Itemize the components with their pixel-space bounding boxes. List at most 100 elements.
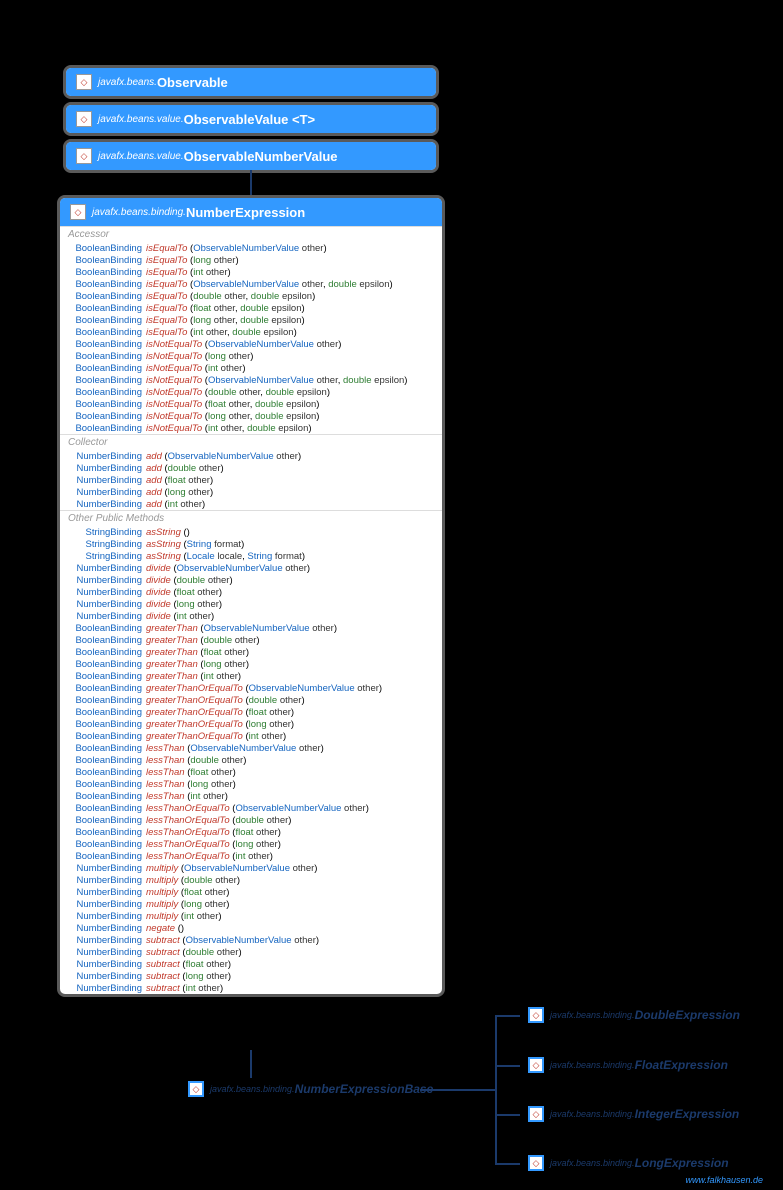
param-type: long [208,411,226,422]
method-row: NumberBindingsubtract (ObservableNumberV… [60,934,442,946]
class-icon: ◇ [76,148,92,164]
param-type: double [251,291,280,302]
class-icon: ◇ [76,74,92,90]
connector [495,1114,520,1116]
connector [495,1163,520,1165]
class-link-float-expression[interactable]: ◇ javafx.beans.binding. FloatExpression [520,1054,736,1076]
param-type: int [204,671,214,682]
param-type: double [204,635,233,646]
return-type: BooleanBinding [68,315,146,326]
param-name: other [317,375,338,386]
param-type: double [168,463,197,474]
method-row: BooleanBindingisNotEqualTo (int other, d… [60,422,442,434]
method-signature: isEqualTo (float other, double epsilon) [146,303,305,314]
package-label: javafx.beans. [98,77,157,88]
method-signature: greaterThanOrEqualTo (long other) [146,719,294,730]
param-type: ObservableNumberValue [190,743,296,754]
return-type: BooleanBinding [68,647,146,658]
method-name: negate [146,923,175,934]
method-row: BooleanBindingisNotEqualTo (double other… [60,386,442,398]
class-link-long-expression[interactable]: ◇ javafx.beans.binding. LongExpression [520,1152,737,1174]
method-signature: isEqualTo (ObservableNumberValue other) [146,243,327,254]
return-type: BooleanBinding [68,387,146,398]
param-name: other [276,451,298,462]
param-name: other [256,827,278,838]
footer-link[interactable]: www.falkhausen.de [685,1175,763,1185]
package-label: javafx.beans.binding. [92,207,186,218]
param-name: other [189,611,211,622]
return-type: NumberBinding [68,599,146,610]
param-type: ObservableNumberValue [204,623,310,634]
return-type: NumberBinding [68,947,146,958]
method-row: BooleanBindinggreaterThan (int other) [60,670,442,682]
param-name: other [214,303,235,314]
param-name: epsilon [278,423,308,434]
param-name: other [214,315,235,326]
connector [495,1015,497,1165]
method-signature: greaterThanOrEqualTo (float other) [146,707,294,718]
method-name: multiply [146,899,178,910]
method-signature: divide (long other) [146,599,222,610]
class-name: NumberExpressionBase [295,1082,434,1096]
section-label: Accessor [60,226,442,242]
class-name: LongExpression [635,1156,729,1170]
method-name: greaterThanOrEqualTo [146,707,243,718]
method-row: BooleanBindingisNotEqualTo (long other) [60,350,442,362]
method-name: isNotEqualTo [146,387,202,398]
return-type: NumberBinding [68,587,146,598]
method-name: asString [146,551,181,562]
class-name: Observable [157,75,228,90]
method-name: lessThan [146,755,185,766]
return-type: BooleanBinding [68,399,146,410]
method-row: BooleanBindingisNotEqualTo (long other, … [60,410,442,422]
return-type: BooleanBinding [68,255,146,266]
param-name: epsilon [286,411,316,422]
method-signature: isNotEqualTo (ObservableNumberValue othe… [146,339,341,350]
method-signature: isNotEqualTo (float other, double epsilo… [146,399,319,410]
method-signature: greaterThanOrEqualTo (ObservableNumberVa… [146,683,382,694]
param-type: int [235,851,245,862]
return-type: NumberBinding [68,611,146,622]
param-type: double [249,695,278,706]
return-type: NumberBinding [68,451,146,462]
method-signature: isNotEqualTo (ObservableNumberValue othe… [146,375,407,386]
method-row: NumberBindingdivide (float other) [60,586,442,598]
method-signature: lessThanOrEqualTo (float other) [146,827,281,838]
method-row: BooleanBindinglessThan (double other) [60,754,442,766]
param-type: double [184,875,213,886]
return-type: BooleanBinding [68,291,146,302]
return-type: StringBinding [68,551,146,562]
return-type: BooleanBinding [68,743,146,754]
method-signature: lessThan (ObservableNumberValue other) [146,743,324,754]
class-link-number-expression-base[interactable]: ◇ javafx.beans.binding. NumberExpression… [180,1078,441,1100]
method-signature: subtract (float other) [146,959,231,970]
param-name: other [197,599,219,610]
method-row: BooleanBindinggreaterThan (ObservableNum… [60,622,442,634]
param-type: long [193,255,211,266]
class-name: NumberExpression [186,205,305,220]
class-link-integer-expression[interactable]: ◇ javafx.beans.binding. IntegerExpressio… [520,1103,747,1125]
class-link-double-expression[interactable]: ◇ javafx.beans.binding. DoubleExpression [520,1004,748,1026]
param-type: float [168,475,186,486]
package-label: javafx.beans.value. [98,151,184,162]
method-name: greaterThanOrEqualTo [146,719,243,730]
method-row: NumberBindingsubtract (double other) [60,946,442,958]
return-type: NumberBinding [68,487,146,498]
method-signature: divide (int other) [146,611,214,622]
class-name: FloatExpression [635,1058,728,1072]
method-row: BooleanBindinggreaterThan (float other) [60,646,442,658]
method-name: divide [146,587,171,598]
return-type: BooleanBinding [68,303,146,314]
param-type: int [190,791,200,802]
param-name: epsilon [263,327,293,338]
return-type: BooleanBinding [68,779,146,790]
method-signature: asString (Locale locale, String format) [146,551,305,562]
package-label: javafx.beans.binding. [550,1158,635,1168]
method-signature: lessThan (long other) [146,779,236,790]
return-type: BooleanBinding [68,671,146,682]
return-type: NumberBinding [68,575,146,586]
method-row: BooleanBindingisEqualTo (int other, doub… [60,326,442,338]
return-type: NumberBinding [68,887,146,898]
method-name: isEqualTo [146,315,187,326]
method-name: add [146,499,162,510]
